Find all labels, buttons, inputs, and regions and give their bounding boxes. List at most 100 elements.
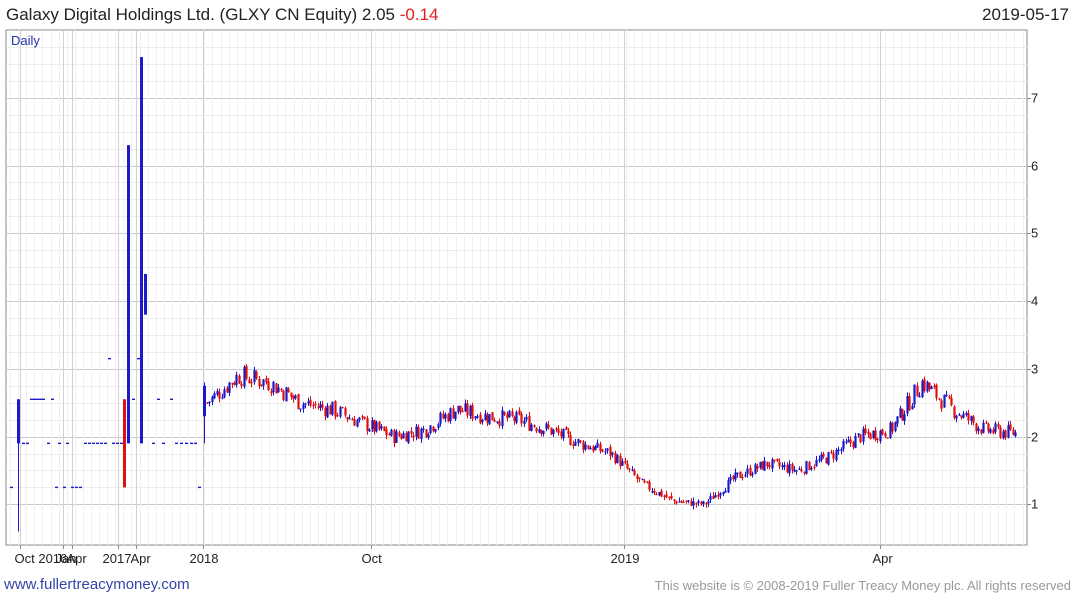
price-bar (609, 446, 612, 457)
price-bar (439, 412, 442, 424)
price-bar (719, 493, 722, 496)
price-bar (341, 407, 344, 409)
price-bar (501, 410, 504, 427)
price-bar (953, 406, 956, 418)
price-bar (484, 413, 487, 421)
price-bar (560, 431, 563, 437)
price-bar (638, 477, 641, 479)
price-bar (867, 431, 870, 435)
price-bar (294, 395, 297, 399)
price-bar (299, 408, 302, 410)
price-bar (889, 422, 892, 439)
price-bar (1014, 432, 1017, 437)
price-bar (643, 480, 646, 483)
website-link[interactable]: www.fullertreacymoney.com (4, 576, 190, 593)
price-bar (314, 403, 317, 406)
price-bar (899, 408, 902, 418)
price-bar (302, 404, 305, 409)
price-bar (348, 418, 351, 420)
price-bar (972, 416, 975, 423)
price-bar (555, 428, 558, 430)
x-tick-label: Apr (67, 551, 88, 566)
price-bar (773, 459, 776, 461)
price-bar (425, 429, 428, 437)
price-bar (958, 414, 961, 416)
price-bar (965, 412, 968, 415)
price-bar (592, 446, 595, 452)
price-bar (287, 388, 290, 393)
price-bar (557, 428, 560, 433)
price-bar (808, 462, 811, 471)
price-bar (513, 416, 516, 422)
price-bar (923, 379, 926, 391)
price-bar (447, 414, 450, 422)
price-bar (736, 472, 739, 474)
price-bar (619, 455, 622, 467)
price-bar (685, 500, 688, 502)
price-bar (506, 413, 509, 419)
price-bar (783, 464, 786, 467)
price-bar (319, 404, 322, 408)
price-bar (479, 414, 482, 424)
price-bar (208, 401, 211, 403)
price-bar (574, 441, 577, 446)
price-bar (744, 474, 747, 477)
price-bar (309, 399, 312, 406)
price-bar (663, 495, 666, 497)
price-bar (746, 468, 749, 474)
plot-frame (5, 29, 1028, 546)
price-bar (717, 494, 720, 497)
price-bar (837, 449, 840, 452)
price-bar (820, 454, 823, 461)
price-bar (989, 429, 992, 433)
price-bar (933, 385, 936, 388)
price-bar (778, 461, 781, 467)
price-bar (461, 410, 464, 413)
price-bar (1009, 424, 1012, 430)
price-bar (262, 379, 265, 386)
price-bar (395, 431, 398, 443)
price-bar (987, 423, 990, 432)
price-bar (410, 430, 413, 434)
price-bar (331, 401, 334, 415)
price-bar (530, 424, 533, 431)
price-bar (970, 416, 973, 421)
price-bar (751, 473, 754, 476)
price-bar (1004, 430, 1007, 438)
price-bar (275, 383, 278, 394)
price-bar (508, 410, 511, 418)
price-bar (896, 416, 899, 424)
price-bar (466, 403, 469, 416)
price-bar (407, 431, 410, 443)
price-bar (437, 424, 440, 428)
price-bar (344, 408, 347, 416)
price-bar (633, 470, 636, 476)
price-bar (579, 440, 582, 443)
price-bar (859, 434, 862, 443)
price-bar (621, 461, 624, 466)
price-bar (459, 405, 462, 412)
x-tick-label: Apr (873, 551, 894, 566)
price-bar (813, 466, 816, 468)
price-bar (832, 453, 835, 459)
price-bar (267, 381, 270, 391)
price-bar (245, 365, 248, 379)
y-tick-label: 7 (1031, 91, 1038, 106)
chart-grid (5, 29, 1028, 546)
price-bar (911, 405, 914, 410)
price-bar (692, 501, 695, 506)
price-bar (321, 404, 324, 408)
price-bar (660, 490, 663, 497)
price-bar (388, 434, 391, 436)
price-bar (572, 443, 575, 446)
price-bar (724, 490, 727, 493)
price-bar (707, 501, 710, 504)
price-bar (611, 452, 614, 455)
price-bar (324, 407, 327, 417)
price-bar (803, 471, 806, 474)
price-bar (498, 421, 501, 426)
price-bar (938, 398, 941, 400)
price-bar (800, 469, 803, 472)
price-bar (528, 415, 531, 431)
price-bar (857, 433, 860, 435)
